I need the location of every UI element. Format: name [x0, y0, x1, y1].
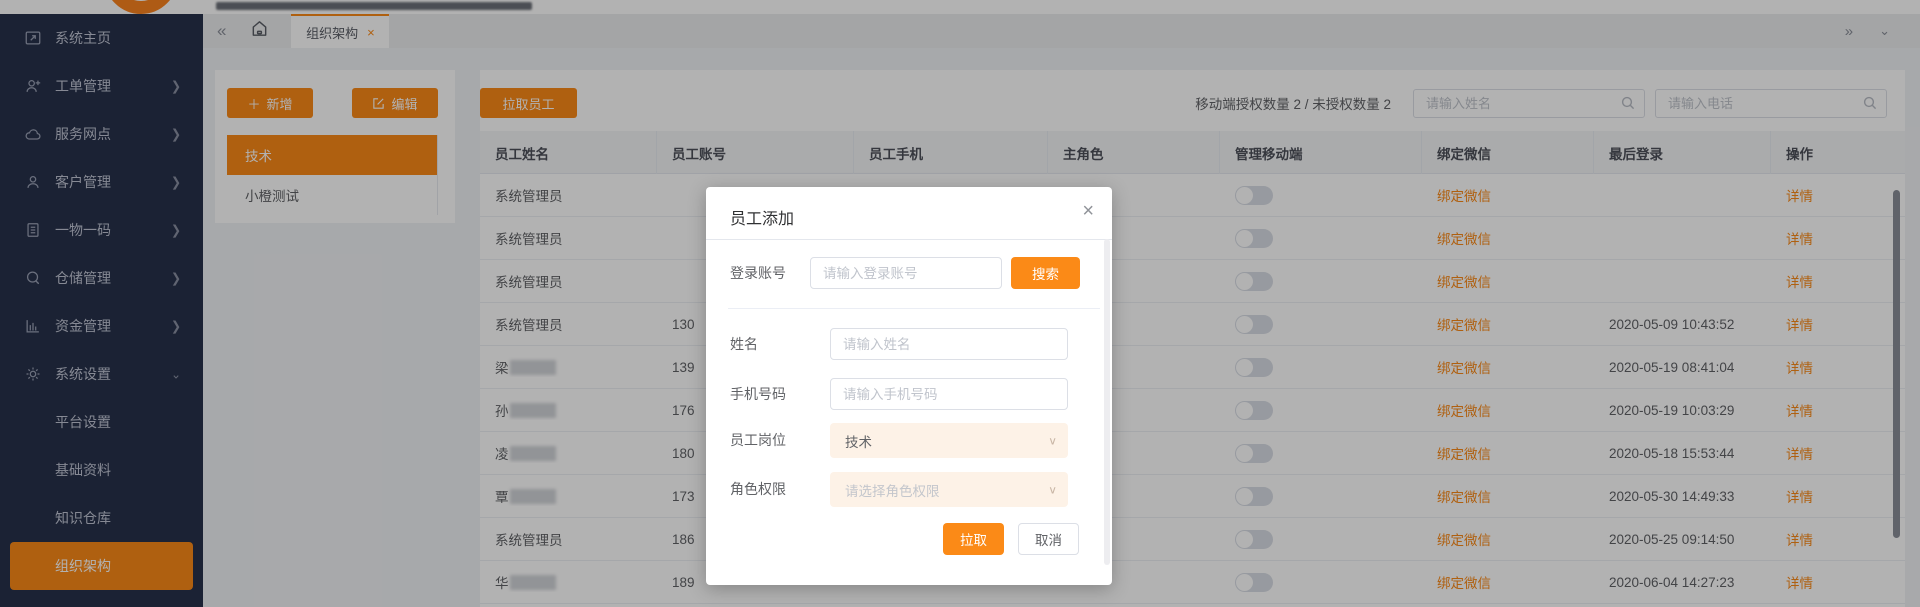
modal-pull-button[interactable]: 拉取: [943, 523, 1004, 555]
post-label: 员工岗位: [730, 432, 786, 448]
modal-scrollbar[interactable]: [1104, 239, 1110, 565]
role-select[interactable]: 请选择角色权限 ∨: [830, 472, 1068, 507]
chevron-down-icon: ∨: [1048, 434, 1057, 447]
login-account-input[interactable]: [810, 257, 1002, 289]
role-select-placeholder: 请选择角色权限: [845, 483, 940, 499]
modal-cancel-button[interactable]: 取消: [1018, 523, 1079, 555]
add-employee-modal: 员工添加 × 登录账号 搜索 姓名 手机号码 员工岗位 技术 ∨ 角色权限 请选…: [706, 187, 1112, 585]
name-label: 姓名: [730, 336, 758, 352]
modal-search-button[interactable]: 搜索: [1011, 257, 1080, 289]
modal-cancel-label: 取消: [1035, 533, 1062, 548]
modal-title: 员工添加: [730, 211, 795, 228]
chevron-down-icon: ∨: [1048, 483, 1057, 496]
app-window: 系统主页 工单管理 ❯ 服务网点 ❯ 客户管理 ❯ 一物一码 ❯ 仓储管理 ❯ 资金管理 ❯ 系统设置 ⌄ 平…: [0, 0, 1920, 607]
phone-label: 手机号码: [730, 386, 786, 402]
phone-input[interactable]: [830, 378, 1068, 410]
post-select-value: 技术: [845, 434, 872, 450]
modal-close-icon[interactable]: ×: [1082, 201, 1094, 221]
name-input[interactable]: [830, 328, 1068, 360]
modal-section-divider: [728, 308, 1100, 309]
modal-pull-label: 拉取: [960, 533, 987, 548]
modal-title-divider: [706, 239, 1112, 240]
post-select[interactable]: 技术 ∨: [830, 423, 1068, 458]
role-label: 角色权限: [730, 481, 786, 497]
login-account-label: 登录账号: [730, 265, 786, 281]
modal-search-label: 搜索: [1032, 267, 1059, 282]
